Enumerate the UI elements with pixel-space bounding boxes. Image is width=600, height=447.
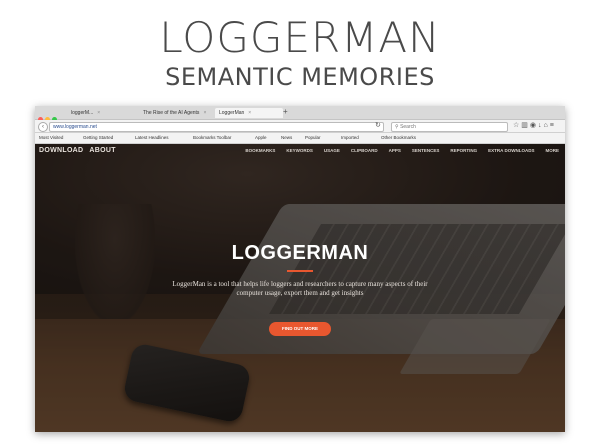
bookmark-item[interactable]: Getting Started xyxy=(83,133,113,143)
site-nav-links: BOOKMARKS KEYWORDS USAGE CLIPBOARD APPS SENTE… xyxy=(234,148,559,153)
back-button[interactable]: ‹ xyxy=(38,122,48,132)
search-field[interactable]: ⚲ Search xyxy=(391,122,508,132)
tab-loggerm[interactable]: loggerM... × xyxy=(67,108,137,118)
bookmark-item[interactable]: Latest Headlines xyxy=(135,133,169,143)
nav-download-link[interactable]: DOWNLOAD xyxy=(39,147,83,154)
nav-link-usage[interactable]: USAGE xyxy=(324,148,340,153)
nav-about-link[interactable]: ABOUT xyxy=(89,147,115,154)
close-tab-icon[interactable]: × xyxy=(248,110,251,116)
tab-bar: loggerM... × The Rise of the AI Agents × L… xyxy=(35,106,565,122)
library-icon[interactable]: ▥ xyxy=(521,122,530,129)
reload-icon[interactable]: ↻ xyxy=(375,121,381,129)
nav-link-sentences[interactable]: SENTENCES xyxy=(412,148,440,153)
hero-section: DOWNLOAD ABOUT BOOKMARKS KEYWORDS USAGE CLIP… xyxy=(35,144,565,432)
site-brand-links: DOWNLOAD ABOUT xyxy=(39,147,122,154)
tab-label: The Rise of the AI Agents xyxy=(143,110,200,116)
toolbar-icons: ☆▥◉↓⌂≡ xyxy=(513,121,556,129)
tab-label: LoggerMan xyxy=(219,110,245,116)
bookmark-item[interactable]: News xyxy=(281,133,292,143)
bookmark-item[interactable]: Bookmarks Toolbar xyxy=(193,133,231,143)
url-field[interactable]: www.loggerman.net xyxy=(49,122,384,132)
bookmarks-toolbar: Most Visited Getting Started Latest Head… xyxy=(35,133,565,144)
nav-link-apps[interactable]: APPS xyxy=(389,148,401,153)
nav-link-reporting[interactable]: REPORTING xyxy=(450,148,477,153)
close-tab-icon[interactable]: × xyxy=(203,110,206,116)
nav-link-bookmarks[interactable]: BOOKMARKS xyxy=(245,148,275,153)
nav-link-more[interactable]: MORE xyxy=(546,148,560,153)
tab-label: loggerM... xyxy=(71,110,94,116)
navigation-bar: ‹ www.loggerman.net ↻ ⚲ Search ☆▥◉↓⌂≡ xyxy=(35,120,565,133)
nav-link-clipboard[interactable]: CLIPBOARD xyxy=(351,148,378,153)
close-tab-icon[interactable]: × xyxy=(97,110,100,116)
browser-screenshot: loggerM... × The Rise of the AI Agents × L… xyxy=(35,106,565,432)
hero-description: LoggerMan is a tool that helps life logg… xyxy=(172,280,428,297)
nav-link-keywords[interactable]: KEYWORDS xyxy=(286,148,313,153)
bookmark-item[interactable]: Imported xyxy=(341,133,359,143)
tab-loggerman[interactable]: LoggerMan × xyxy=(215,108,283,118)
nav-link-extra-downloads[interactable]: EXTRA DOWNLOADS xyxy=(488,148,534,153)
bookmark-item[interactable]: Apple xyxy=(255,133,267,143)
hero-divider xyxy=(287,270,313,272)
new-tab-button[interactable]: + xyxy=(283,107,288,116)
slide-subtitle: SEMANTIC MEMORIES xyxy=(165,63,435,91)
find-out-more-button[interactable]: FIND OUT MORE xyxy=(269,322,331,336)
bookmark-item[interactable]: Other Bookmarks xyxy=(381,133,416,143)
site-navbar: DOWNLOAD ABOUT BOOKMARKS KEYWORDS USAGE CLIP… xyxy=(35,144,565,158)
bookmark-item[interactable]: Most Visited xyxy=(39,133,63,143)
search-placeholder: Search xyxy=(400,124,416,130)
hero-title: LOGGERMAN xyxy=(231,242,369,264)
pocket-icon[interactable]: ◉ xyxy=(530,122,538,129)
menu-icon[interactable]: ≡ xyxy=(550,122,556,129)
bookmark-item[interactable]: Popular xyxy=(305,133,321,143)
slide-title: LOGGERMAN xyxy=(159,13,441,62)
